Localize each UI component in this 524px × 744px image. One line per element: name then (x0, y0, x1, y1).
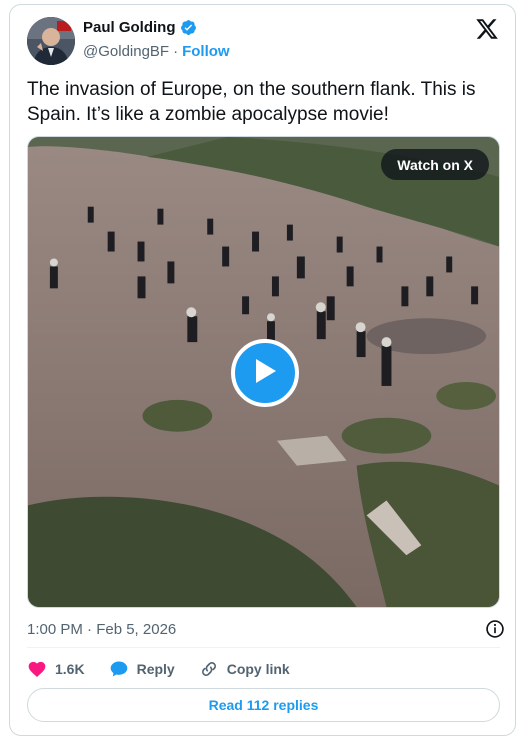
author-name-row: Paul Golding (83, 19, 197, 36)
verified-badge-icon (180, 19, 197, 36)
copy-link-button[interactable]: Copy link (199, 659, 290, 679)
info-icon[interactable] (485, 619, 505, 639)
x-logo-icon[interactable] (475, 17, 499, 41)
author-handle-row: @GoldingBF · Follow (83, 43, 230, 60)
play-icon (252, 357, 278, 390)
avatar[interactable] (27, 17, 75, 65)
copy-link-label: Copy link (226, 661, 290, 677)
link-icon (199, 659, 219, 679)
reply-button[interactable]: Reply (109, 659, 175, 679)
reply-label: Reply (136, 661, 175, 677)
timestamp[interactable]: 1:00 PM · Feb 5, 2026 (27, 621, 176, 638)
play-button[interactable] (231, 339, 299, 407)
tweet-text: The invasion of Europe, on the southern … (27, 79, 476, 125)
separator-dot: · (173, 43, 179, 60)
reply-bubble-icon (109, 659, 129, 679)
follow-button[interactable]: Follow (182, 43, 230, 60)
author-name[interactable]: Paul Golding (83, 19, 176, 36)
video-media[interactable]: Watch on X (27, 136, 500, 608)
like-count: 1.6K (55, 661, 85, 677)
divider (27, 647, 500, 648)
watch-on-x-button[interactable]: Watch on X (381, 149, 489, 180)
tweet-meta-row: 1:00 PM · Feb 5, 2026 (27, 619, 505, 639)
heart-icon (27, 659, 47, 679)
action-bar: 1.6K Reply Copy link (27, 659, 314, 679)
author-handle[interactable]: @GoldingBF (83, 43, 169, 60)
like-button[interactable]: 1.6K (27, 659, 85, 679)
read-replies-button[interactable]: Read 112 replies (27, 688, 500, 722)
tweet-card: Paul Golding @GoldingBF · Follow The inv… (9, 4, 516, 736)
